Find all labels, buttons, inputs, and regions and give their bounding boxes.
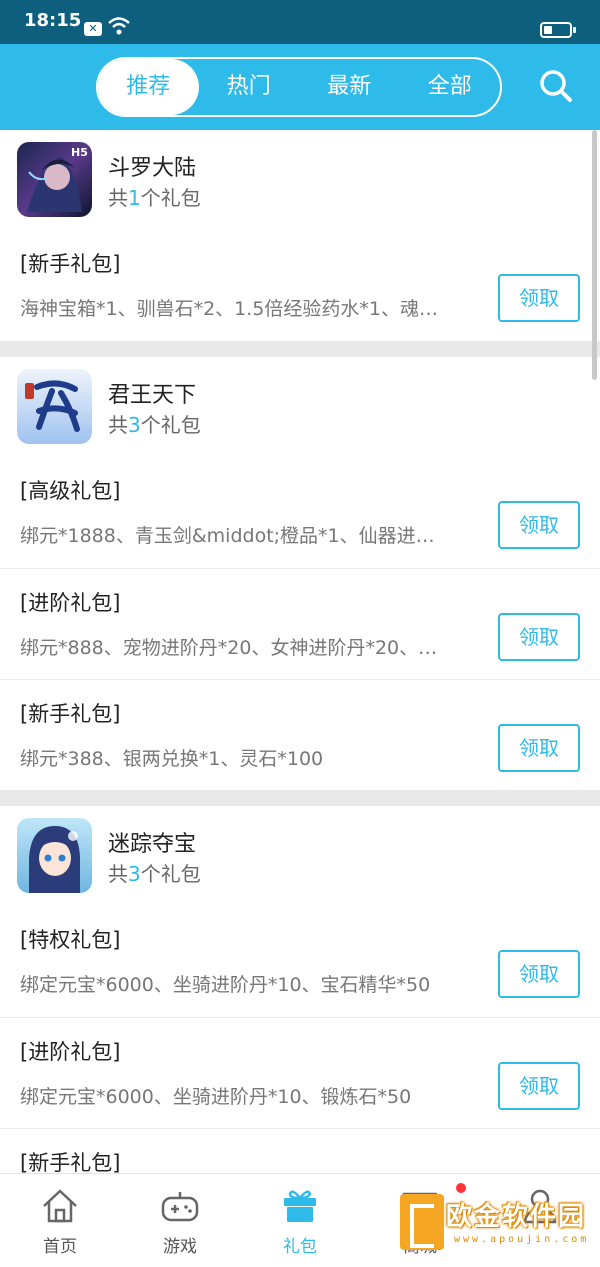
nav-home[interactable]: 首页: [0, 1174, 120, 1267]
game-header[interactable]: 迷踪夺宝 共3个礼包: [0, 806, 600, 906]
battery-icon: [540, 22, 576, 38]
wifi-icon: [108, 17, 130, 35]
claim-button[interactable]: 领取: [498, 724, 580, 772]
tab-recommended[interactable]: 推荐: [98, 59, 199, 115]
nav-gifts-label: 礼包: [283, 1237, 317, 1257]
gift-item: [进阶礼包] 绑元*888、宠物进阶丹*20、女神进阶丹*20、… 领取: [0, 568, 600, 679]
nav-games-label: 游戏: [163, 1237, 197, 1257]
gift-title: [特权礼包]: [20, 928, 121, 952]
gift-title: [进阶礼包]: [20, 591, 121, 615]
game-card: 君王天下 共3个礼包 [高级礼包] 绑元*1888、青玉剑&middot;橙品*…: [0, 357, 600, 790]
gift-title: [进阶礼包]: [20, 1040, 121, 1064]
tab-hot[interactable]: 热门: [199, 59, 300, 115]
gift-item: [高级礼包] 绑元*1888、青玉剑&middot;橙品*1、仙器进… 领取: [0, 457, 600, 568]
douluo-game-icon: H5: [17, 142, 92, 217]
gift-item: [特权礼包] 绑定元宝*6000、坐骑进阶丹*10、宝石精华*50 领取: [0, 906, 600, 1017]
game-name: 迷踪夺宝: [108, 832, 197, 857]
section-divider: [0, 341, 600, 357]
game-header[interactable]: 君王天下 共3个礼包: [0, 357, 600, 457]
junwang-game-icon: [17, 369, 92, 444]
nav-games[interactable]: 游戏: [120, 1174, 240, 1267]
gift-description: 绑定元宝*6000、坐骑进阶丹*10、宝石精华*50: [20, 974, 431, 996]
watermark-mark-icon: [400, 1194, 444, 1250]
gift-list[interactable]: H5 斗罗大陆 共1个礼包 [新手礼包] 海神宝箱*1、驯兽石*2、1.5倍经验…: [0, 130, 600, 1173]
gift-item: [进阶礼包] 绑定元宝*6000、坐骑进阶丹*10、锻炼石*50 领取: [0, 1017, 600, 1128]
watermark-text: 欧金软件园: [446, 1202, 587, 1232]
claim-button[interactable]: 领取: [498, 1062, 580, 1110]
gift-count: 共1个礼包: [108, 186, 201, 210]
gift-item: [新手礼包] 绑元*388、银两兑换*1、灵石*100 领取: [0, 679, 600, 790]
search-icon[interactable]: [538, 68, 574, 104]
nav-home-label: 首页: [43, 1237, 77, 1257]
tab-newest[interactable]: 最新: [299, 59, 400, 115]
gift-description: 绑元*1888、青玉剑&middot;橙品*1、仙器进…: [20, 525, 435, 547]
gift-title: [新手礼包]: [20, 252, 121, 276]
gift-count: 共3个礼包: [108, 413, 201, 437]
claim-button[interactable]: 领取: [498, 501, 580, 549]
claim-button[interactable]: 领取: [498, 274, 580, 322]
gift-title: [高级礼包]: [20, 479, 121, 503]
claim-button[interactable]: 领取: [498, 613, 580, 661]
tab-all[interactable]: 全部: [400, 59, 501, 115]
gift-description: 海神宝箱*1、驯兽石*2、1.5倍经验药水*1、魂…: [20, 298, 438, 320]
status-time: 18:15: [24, 10, 82, 31]
svg-text:H5: H5: [71, 146, 88, 159]
gift-title: [新手礼包]: [20, 702, 121, 726]
gift-description: 绑元*888、宠物进阶丹*20、女神进阶丹*20、…: [20, 637, 438, 659]
watermark-logo: 欧金软件园 www.apoujin.com: [400, 1190, 598, 1256]
gift-description: 绑定元宝*6000、坐骑进阶丹*10、锻炼石*50: [20, 1086, 412, 1108]
claim-button[interactable]: 领取: [498, 950, 580, 998]
nav-gifts[interactable]: 礼包: [240, 1174, 360, 1267]
tab-bar: 推荐 热门 最新 全部: [96, 57, 502, 117]
notification-x-icon: ✕: [84, 22, 102, 36]
header: 推荐 热门 最新 全部: [0, 44, 600, 130]
game-header[interactable]: H5 斗罗大陆 共1个礼包: [0, 130, 600, 230]
watermark-url: www.apoujin.com: [454, 1234, 590, 1245]
gift-description: 绑元*388、银两兑换*1、灵石*100: [20, 748, 324, 770]
gift-count: 共3个礼包: [108, 862, 201, 886]
gift-icon: [284, 1190, 316, 1222]
game-card: 迷踪夺宝 共3个礼包 [特权礼包] 绑定元宝*6000、坐骑进阶丹*10、宝石精…: [0, 806, 600, 1173]
home-icon: [43, 1189, 77, 1223]
scrollbar[interactable]: [592, 130, 597, 380]
status-bar: 18:15 ✕: [0, 0, 600, 44]
gift-title: [新手礼包]: [20, 1151, 121, 1173]
game-name: 君王天下: [108, 383, 197, 408]
section-divider: [0, 790, 600, 806]
game-name: 斗罗大陆: [108, 156, 197, 181]
mizong-game-icon: [17, 818, 92, 893]
gift-item: [新手礼包] 领取: [0, 1128, 600, 1173]
gift-item: [新手礼包] 海神宝箱*1、驯兽石*2、1.5倍经验药水*1、魂… 领取: [0, 230, 600, 341]
gamepad-icon: [161, 1192, 199, 1222]
game-card: H5 斗罗大陆 共1个礼包 [新手礼包] 海神宝箱*1、驯兽石*2、1.5倍经验…: [0, 130, 600, 341]
